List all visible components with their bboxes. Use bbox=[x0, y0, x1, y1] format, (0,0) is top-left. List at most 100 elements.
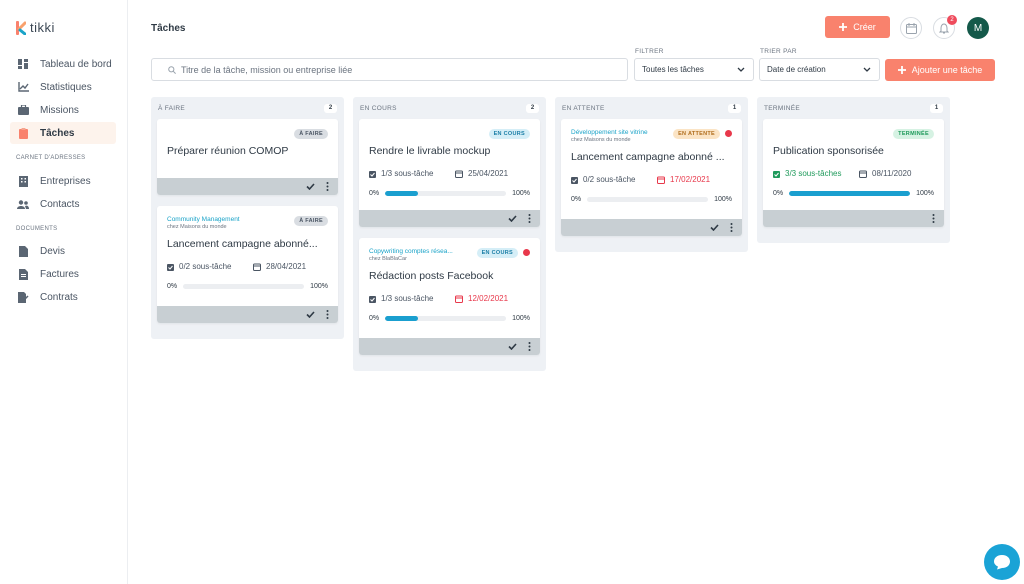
progress-max: 100% bbox=[512, 190, 530, 197]
progress-row: 0% 100% bbox=[369, 190, 530, 197]
column-header: À FAIRE 2 bbox=[157, 97, 338, 119]
complete-button[interactable] bbox=[306, 311, 315, 318]
task-title: Lancement campagne abonné... bbox=[167, 238, 318, 250]
column-count: 1 bbox=[728, 103, 741, 113]
calendar-icon bbox=[455, 295, 463, 303]
progress-min: 0% bbox=[571, 196, 582, 203]
sidebar-item-label: Statistiques bbox=[40, 81, 92, 93]
task-title: Rendre le livrable mockup bbox=[369, 145, 491, 157]
progress-fill bbox=[385, 191, 418, 196]
sidebar-item-label: Entreprises bbox=[40, 175, 91, 187]
status-badge: TERMINÉE bbox=[893, 129, 934, 139]
filter-select[interactable]: Toutes les tâches bbox=[634, 58, 754, 81]
subtask-count: 0/2 sous-tâche bbox=[179, 262, 232, 271]
complete-button[interactable] bbox=[306, 183, 315, 190]
column-title: EN COURS bbox=[360, 104, 397, 112]
add-task-button[interactable]: Ajouter une tâche bbox=[885, 59, 995, 81]
sidebar-item-label: Devis bbox=[40, 245, 66, 257]
status-badge: EN ATTENTE bbox=[673, 129, 732, 139]
task-card[interactable]: À FAIRE Préparer réunion COMOP bbox=[157, 119, 338, 195]
calendar-icon bbox=[859, 170, 867, 178]
subtask-count: 1/3 sous-tâche bbox=[381, 294, 434, 303]
chat-button[interactable] bbox=[984, 544, 1020, 580]
task-card[interactable]: À FAIRE Community Management chez Maison… bbox=[157, 206, 338, 323]
card-footer bbox=[359, 338, 540, 355]
mission-link[interactable]: Copywriting comptes résea... bbox=[369, 248, 464, 255]
more-options-button[interactable] bbox=[528, 342, 531, 351]
sidebar-item-companies[interactable]: Entreprises bbox=[10, 170, 116, 192]
task-title: Publication sponsorisée bbox=[773, 145, 884, 157]
notifications-button[interactable]: 2 bbox=[933, 15, 957, 39]
column-count: 2 bbox=[324, 103, 337, 113]
sidebar-item-label: Tâches bbox=[40, 127, 75, 139]
chevron-down-icon bbox=[863, 67, 871, 72]
task-title: Rédaction posts Facebook bbox=[369, 270, 494, 282]
sidebar: tikki Tableau de bord Statistiques Missi… bbox=[0, 0, 128, 584]
progress-max: 100% bbox=[714, 196, 732, 203]
card-footer bbox=[157, 306, 338, 323]
task-card[interactable]: TERMINÉE Publication sponsorisée 3/3 sou… bbox=[763, 119, 944, 227]
task-meta: 1/3 sous-tâche 12/02/2021 bbox=[369, 294, 530, 303]
calendar-icon bbox=[455, 170, 463, 178]
create-button[interactable]: Créer bbox=[825, 16, 890, 38]
sort-select[interactable]: Date de création bbox=[759, 58, 880, 81]
contacts-icon bbox=[17, 198, 29, 210]
task-meta: 1/3 sous-tâche 25/04/2021 bbox=[369, 169, 530, 178]
due-date: 08/11/2020 bbox=[872, 169, 912, 178]
more-options-button[interactable] bbox=[326, 310, 329, 319]
progress-bar bbox=[385, 316, 507, 321]
status-badge-label: EN COURS bbox=[481, 250, 513, 256]
plus-icon bbox=[839, 23, 848, 31]
more-options-button[interactable] bbox=[932, 214, 935, 223]
app-logo[interactable]: tikki bbox=[16, 20, 55, 35]
more-options-button[interactable] bbox=[730, 223, 733, 232]
sidebar-item-contacts[interactable]: Contacts bbox=[10, 193, 116, 215]
complete-button[interactable] bbox=[710, 224, 719, 231]
contract-icon bbox=[17, 291, 29, 303]
mission-link[interactable]: Community Management bbox=[167, 216, 262, 223]
filter-label: FILTRER bbox=[635, 48, 664, 55]
sidebar-item-invoices[interactable]: Factures bbox=[10, 263, 116, 285]
complete-button[interactable] bbox=[508, 343, 517, 350]
plus-icon bbox=[897, 66, 906, 74]
task-card[interactable]: EN COURS Rendre le livrable mockup 1/3 s… bbox=[359, 119, 540, 227]
sidebar-item-tasks[interactable]: Tâches bbox=[10, 122, 116, 144]
progress-bar bbox=[789, 191, 911, 196]
progress-bar bbox=[183, 284, 305, 289]
app-name: tikki bbox=[30, 20, 55, 35]
card-footer bbox=[359, 210, 540, 227]
more-vertical-icon bbox=[528, 214, 531, 223]
dashboard-icon bbox=[17, 58, 29, 70]
task-card[interactable]: EN ATTENTE Développement site vitrine ch… bbox=[561, 119, 742, 236]
column-todo: À FAIRE 2 À FAIRE Préparer réunion COMOP… bbox=[151, 97, 344, 339]
progress-fill bbox=[789, 191, 911, 196]
column-count: 1 bbox=[930, 103, 943, 113]
task-card[interactable]: EN COURS Copywriting comptes résea... ch… bbox=[359, 238, 540, 355]
sidebar-item-statistics[interactable]: Statistiques bbox=[10, 76, 116, 98]
progress-min: 0% bbox=[369, 315, 380, 322]
mission-link[interactable]: Développement site vitrine bbox=[571, 129, 666, 136]
task-meta: 0/2 sous-tâche 28/04/2021 bbox=[167, 262, 328, 271]
complete-button[interactable] bbox=[508, 215, 517, 222]
column-in-progress: EN COURS 2 EN COURS Rendre le livrable m… bbox=[353, 97, 546, 371]
progress-max: 100% bbox=[916, 190, 934, 197]
more-options-button[interactable] bbox=[528, 214, 531, 223]
sidebar-item-contracts[interactable]: Contrats bbox=[10, 286, 116, 308]
more-options-button[interactable] bbox=[326, 182, 329, 191]
progress-bar bbox=[587, 197, 709, 202]
sidebar-item-quotes[interactable]: Devis bbox=[10, 240, 116, 262]
search-input[interactable] bbox=[181, 64, 621, 75]
column-waiting: EN ATTENTE 1 EN ATTENTE Développement si… bbox=[555, 97, 748, 252]
building-icon bbox=[17, 175, 29, 187]
column-title: À FAIRE bbox=[158, 104, 186, 112]
calendar-button[interactable] bbox=[900, 17, 922, 39]
sidebar-item-missions[interactable]: Missions bbox=[10, 99, 116, 121]
card-footer bbox=[157, 178, 338, 195]
sidebar-item-label: Missions bbox=[40, 104, 79, 116]
avatar[interactable]: M bbox=[967, 17, 989, 39]
sidebar-item-dashboard[interactable]: Tableau de bord bbox=[10, 53, 116, 75]
card-footer bbox=[561, 219, 742, 236]
chat-icon bbox=[994, 555, 1010, 570]
overdue-clock-icon bbox=[523, 249, 530, 256]
task-meta: 3/3 sous-tâches 08/11/2020 bbox=[773, 169, 934, 178]
